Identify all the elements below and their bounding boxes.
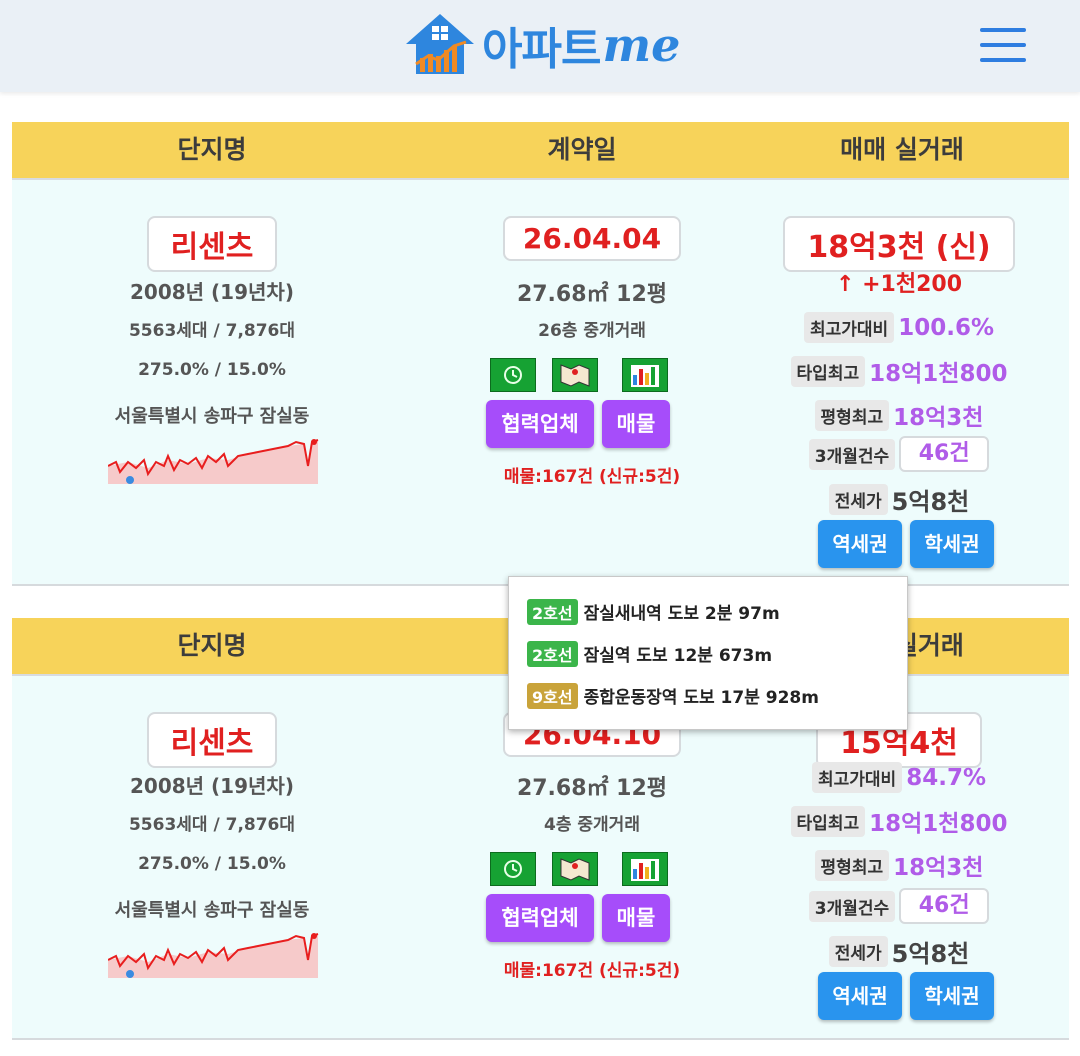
station-detail: 잠실새내역 도보 2분 97m bbox=[583, 604, 780, 624]
type-max-value: 18억1천800 bbox=[869, 361, 1008, 387]
transaction-card: 리센츠 2008년 (19년차) 5563세대 / 7,876대 275.0% … bbox=[12, 180, 1069, 586]
station-popup: 2호선 잠실새내역 도보 2분 97m 2호선 잠실역 도보 12분 673m 9호… bbox=[508, 576, 908, 730]
complex-name[interactable]: 리센츠 bbox=[146, 712, 278, 768]
hamburger-menu-icon[interactable] bbox=[980, 26, 1026, 64]
price-change: ↑ +1천200 bbox=[836, 272, 962, 297]
household-count: 5563세대 / 7,876대 bbox=[128, 321, 296, 341]
transaction-card: 리센츠 2008년 (19년차) 5563세대 / 7,876대 275.0% … bbox=[12, 676, 1069, 1040]
school-area-button[interactable]: 학세권 bbox=[910, 520, 994, 568]
complex-info: 리센츠 2008년 (19년차) 5563세대 / 7,876대 275.0% … bbox=[12, 180, 412, 484]
py-max-row: 평형최고 18억3천 bbox=[699, 848, 1080, 882]
jeonse-label: 전세가 bbox=[828, 484, 888, 515]
py-max-row: 평형최고 18억3천 bbox=[699, 398, 1080, 432]
station-row[interactable]: 2호선 잠실역 도보 12분 673m bbox=[527, 641, 773, 667]
type-max-label: 타입최고 bbox=[790, 805, 866, 837]
type-max-label: 타입최고 bbox=[790, 355, 866, 387]
station-area-button[interactable]: 역세권 bbox=[818, 972, 902, 1020]
type-max-row: 타입최고 18억1천800 bbox=[699, 354, 1080, 388]
partner-button[interactable]: 협력업체 bbox=[486, 400, 594, 448]
type-max-value: 18억1천800 bbox=[869, 811, 1008, 837]
max-ratio-row: 최고가대비 84.7% bbox=[699, 762, 1080, 793]
jeonse-label: 전세가 bbox=[828, 936, 888, 967]
map-icon[interactable] bbox=[552, 852, 598, 886]
station-area-button[interactable]: 역세권 bbox=[818, 520, 902, 568]
count-row: 3개월건수 46건 bbox=[699, 888, 1080, 924]
count-label: 3개월건수 bbox=[808, 438, 896, 470]
logo-text: 아파트 bbox=[482, 24, 601, 75]
sale-price: 18억3천 (신) bbox=[783, 216, 1015, 272]
count-row: 3개월건수 46건 bbox=[699, 436, 1080, 472]
station-row[interactable]: 9호선 종합운동장역 도보 17분 928m bbox=[527, 683, 819, 709]
logo-suffix: me bbox=[602, 18, 681, 72]
far-bcr-ratio: 275.0% / 15.0% bbox=[138, 360, 286, 380]
column-header-bar: 단지명 계약일 매매 실거래 bbox=[12, 122, 1069, 180]
map-icon[interactable] bbox=[552, 358, 598, 392]
max-ratio-label: 최고가대비 bbox=[804, 312, 895, 343]
station-detail: 잠실역 도보 12분 673m bbox=[583, 646, 773, 666]
listing-button[interactable]: 매물 bbox=[602, 400, 670, 448]
far-bcr-ratio: 275.0% / 15.0% bbox=[138, 854, 286, 874]
icon-row bbox=[490, 358, 690, 394]
py-max-label: 평형최고 bbox=[814, 849, 890, 881]
py-max-value: 18억3천 bbox=[893, 855, 984, 881]
count-value: 46건 bbox=[899, 436, 990, 472]
py-max-value: 18억3천 bbox=[893, 405, 984, 431]
max-ratio-label: 최고가대비 bbox=[812, 762, 903, 793]
icon-row bbox=[490, 852, 690, 888]
complex-name[interactable]: 리센츠 bbox=[146, 216, 278, 272]
jeonse-row: 전세가 5억8천 bbox=[699, 934, 1080, 969]
subway-line-badge: 2호선 bbox=[527, 641, 578, 667]
count-label: 3개월건수 bbox=[808, 890, 896, 922]
column-name-header: 단지명 bbox=[177, 631, 247, 660]
max-ratio-value: 100.6% bbox=[898, 314, 994, 341]
app-header: 아파트 me bbox=[0, 0, 1080, 92]
listing-button[interactable]: 매물 bbox=[602, 894, 670, 942]
partner-button[interactable]: 협력업체 bbox=[486, 894, 594, 942]
jeonse-row: 전세가 5억8천 bbox=[699, 482, 1080, 517]
max-ratio-value: 84.7% bbox=[906, 764, 986, 791]
address: 서울특별시 송파구 잠실동 bbox=[114, 406, 310, 427]
price-sparkline bbox=[108, 933, 319, 978]
station-detail: 종합운동장역 도보 17분 928m bbox=[583, 688, 819, 708]
house-chart-icon bbox=[406, 14, 474, 74]
subway-line-badge: 9호선 bbox=[527, 683, 578, 709]
jeonse-value: 5억8천 bbox=[891, 488, 970, 516]
school-area-button[interactable]: 학세권 bbox=[910, 972, 994, 1020]
bar-chart-icon[interactable] bbox=[622, 358, 668, 392]
type-max-row: 타입최고 18억1천800 bbox=[699, 804, 1080, 838]
column-name-header: 단지명 bbox=[177, 135, 247, 164]
built-year: 2008년 (19년차) bbox=[130, 774, 294, 798]
bar-chart-icon[interactable] bbox=[622, 852, 668, 886]
station-row[interactable]: 2호선 잠실새내역 도보 2분 97m bbox=[527, 599, 780, 625]
complex-info: 리센츠 2008년 (19년차) 5563세대 / 7,876대 275.0% … bbox=[12, 676, 412, 978]
price-info: 18억3천 (신) ↑ +1천200 최고가대비 100.6% 타입최고 18억1천… bbox=[712, 180, 1080, 568]
address: 서울특별시 송파구 잠실동 bbox=[114, 900, 310, 921]
price-sparkline bbox=[108, 439, 319, 484]
household-count: 5563세대 / 7,876대 bbox=[128, 815, 296, 835]
column-price-header: 매매 실거래 bbox=[840, 135, 964, 164]
py-max-label: 평형최고 bbox=[814, 399, 890, 431]
max-ratio-row: 최고가대비 100.6% bbox=[699, 312, 1080, 343]
contract-date: 26.04.04 bbox=[502, 216, 682, 261]
count-value: 46건 bbox=[899, 888, 990, 924]
clock-icon[interactable] bbox=[490, 358, 536, 392]
clock-icon[interactable] bbox=[490, 852, 536, 886]
built-year: 2008년 (19년차) bbox=[130, 280, 294, 304]
subway-line-badge: 2호선 bbox=[527, 599, 578, 625]
app-logo[interactable]: 아파트 me bbox=[404, 10, 680, 80]
jeonse-value: 5억8천 bbox=[891, 940, 970, 968]
